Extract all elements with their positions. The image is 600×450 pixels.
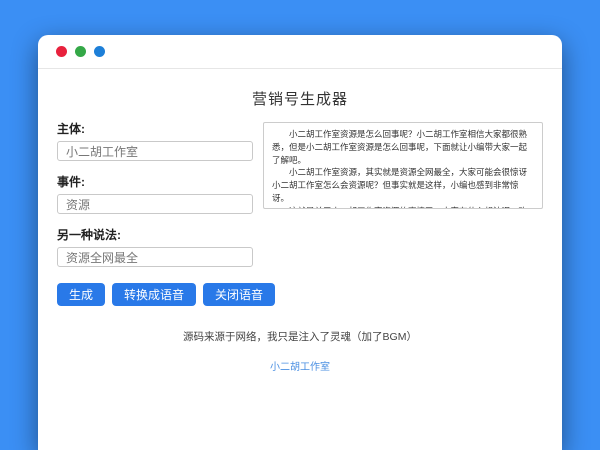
event-input[interactable] <box>57 194 253 214</box>
window-content: 营销号生成器 主体: 事件: 另一种说法: 生成 转换成语音 <box>38 88 562 375</box>
output-paragraph: 小二胡工作室资源，其实就是资源全网最全，大家可能会很惊讶小二胡工作室怎么会资源呢… <box>272 166 534 204</box>
output-paragraph: 这就是关于小二胡工作室资源的事情了，大家有什么想法呢，欢迎在评论区告诉小编一起讨… <box>272 205 534 209</box>
stop-speech-button[interactable]: 关闭语音 <box>203 283 275 306</box>
window-titlebar <box>38 35 562 69</box>
page-title: 营销号生成器 <box>57 88 543 109</box>
traffic-light-red-icon[interactable] <box>56 46 67 57</box>
subject-label: 主体: <box>57 120 253 137</box>
traffic-light-blue-icon[interactable] <box>94 46 105 57</box>
studio-link[interactable]: 小二胡工作室 <box>270 362 330 373</box>
footer-link-row: 小二胡工作室 <box>57 357 543 375</box>
alias-field-group: 另一种说法: <box>57 226 253 267</box>
generated-output-box[interactable]: 小二胡工作室资源是怎么回事呢？小二胡工作室相信大家都很熟悉，但是小二胡工作室资源… <box>263 122 543 209</box>
subject-input[interactable] <box>57 141 253 161</box>
alias-input[interactable] <box>57 247 253 267</box>
traffic-light-green-icon[interactable] <box>75 46 86 57</box>
action-buttons: 生成 转换成语音 关闭语音 <box>57 283 253 306</box>
subject-field-group: 主体: <box>57 120 253 161</box>
generator-form: 主体: 事件: 另一种说法: 生成 转换成语音 关闭语音 <box>57 114 253 306</box>
output-paragraph: 小二胡工作室资源是怎么回事呢？小二胡工作室相信大家都很熟悉，但是小二胡工作室资源… <box>272 128 534 166</box>
app-window: 营销号生成器 主体: 事件: 另一种说法: 生成 转换成语音 <box>38 35 562 450</box>
event-field-group: 事件: <box>57 173 253 214</box>
event-label: 事件: <box>57 173 253 190</box>
alias-label: 另一种说法: <box>57 226 253 243</box>
source-credit-text: 源码来源于网络，我只是注入了灵魂（加了BGM） <box>57 329 543 344</box>
text-to-speech-button[interactable]: 转换成语音 <box>112 283 196 306</box>
generate-button[interactable]: 生成 <box>57 283 105 306</box>
main-row: 主体: 事件: 另一种说法: 生成 转换成语音 关闭语音 <box>57 114 543 306</box>
